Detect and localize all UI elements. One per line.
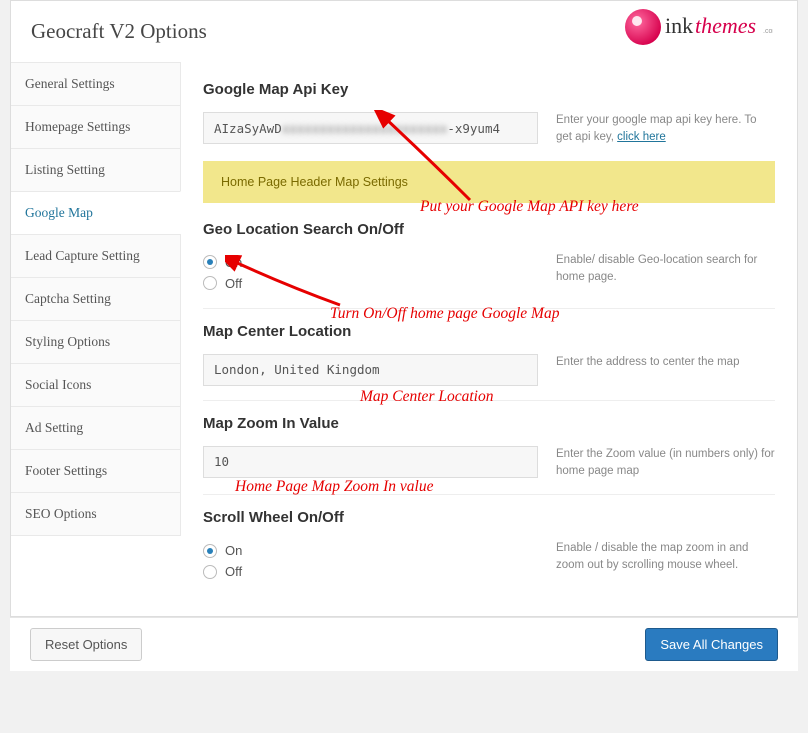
section-title-geo-search: Geo Location Search On/Off bbox=[203, 221, 775, 238]
sidebar-item-social[interactable]: Social Icons bbox=[11, 363, 181, 407]
radio-icon bbox=[203, 565, 217, 579]
radio-icon bbox=[203, 544, 217, 558]
scroll-desc: Enable / disable the map zoom in and zoo… bbox=[556, 540, 775, 575]
sidebar-item-footer[interactable]: Footer Settings bbox=[11, 449, 181, 493]
inkthemes-logo: ink themes .com bbox=[623, 3, 773, 56]
svg-text:ink: ink bbox=[665, 13, 693, 38]
geo-search-desc: Enable/ disable Geo-location search for … bbox=[556, 252, 775, 287]
map-center-desc: Enter the address to center the map bbox=[556, 354, 775, 371]
save-button[interactable]: Save All Changes bbox=[645, 628, 778, 661]
section-title-center: Map Center Location bbox=[203, 323, 775, 340]
sidebar-item-listing[interactable]: Listing Setting bbox=[11, 148, 181, 192]
panel-header: Geocraft V2 Options ink themes .com bbox=[11, 1, 797, 63]
section-title-zoom: Map Zoom In Value bbox=[203, 415, 775, 432]
geo-search-off[interactable]: Off bbox=[203, 273, 538, 294]
reset-button[interactable]: Reset Options bbox=[30, 628, 142, 661]
sidebar-item-captcha[interactable]: Captcha Setting bbox=[11, 277, 181, 321]
map-center-input[interactable] bbox=[203, 354, 538, 386]
section-bar-header-map: Home Page Header Map Settings bbox=[203, 161, 775, 203]
scroll-off[interactable]: Off bbox=[203, 561, 538, 582]
main-content: Google Map Api Key AIzaSyAwDxxxxxxxxxxxx… bbox=[181, 63, 797, 616]
geo-search-on[interactable]: On bbox=[203, 252, 538, 273]
api-key-input[interactable]: AIzaSyAwDxxxxxxxxxxxxxxxxxxxxxx-x9yum4 bbox=[203, 112, 538, 144]
api-key-desc: Enter your google map api key here. To g… bbox=[556, 112, 775, 147]
section-title-scroll: Scroll Wheel On/Off bbox=[203, 509, 775, 526]
radio-icon bbox=[203, 276, 217, 290]
map-zoom-input[interactable] bbox=[203, 446, 538, 478]
map-zoom-desc: Enter the Zoom value (in numbers only) f… bbox=[556, 446, 775, 481]
svg-text:themes: themes bbox=[695, 13, 756, 38]
svg-text:.com: .com bbox=[763, 28, 773, 35]
sidebar-item-general[interactable]: General Settings bbox=[11, 62, 181, 106]
sidebar-item-google-map[interactable]: Google Map bbox=[11, 191, 181, 235]
settings-sidebar: General Settings Homepage Settings Listi… bbox=[11, 63, 181, 616]
sidebar-item-homepage[interactable]: Homepage Settings bbox=[11, 105, 181, 149]
scroll-on[interactable]: On bbox=[203, 540, 538, 561]
radio-icon bbox=[203, 255, 217, 269]
sidebar-item-ad[interactable]: Ad Setting bbox=[11, 406, 181, 450]
section-title-api-key: Google Map Api Key bbox=[203, 81, 775, 98]
sidebar-item-lead-capture[interactable]: Lead Capture Setting bbox=[11, 234, 181, 278]
api-key-link[interactable]: click here bbox=[617, 131, 666, 143]
sidebar-item-styling[interactable]: Styling Options bbox=[11, 320, 181, 364]
sidebar-item-seo[interactable]: SEO Options bbox=[11, 492, 181, 536]
footer-bar: Reset Options Save All Changes bbox=[10, 617, 798, 671]
